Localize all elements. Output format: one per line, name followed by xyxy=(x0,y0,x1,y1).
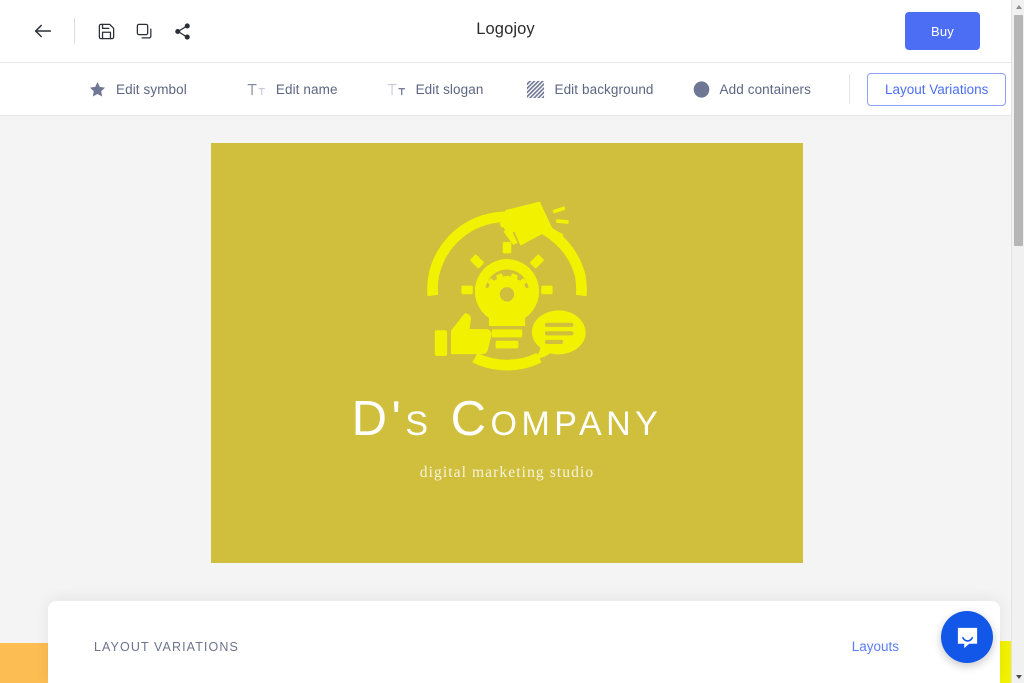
buy-button[interactable]: Buy xyxy=(905,12,980,50)
layout-variations-panel: LAYOUT VARIATIONS Layouts xyxy=(48,601,1000,683)
subnav-item-edit-background[interactable]: Edit background xyxy=(526,63,653,115)
intercom-chat-button[interactable] xyxy=(941,611,993,663)
scroll-down-button[interactable] xyxy=(1012,670,1024,683)
marketing-ideas-circle-icon xyxy=(427,201,587,371)
back-button[interactable] xyxy=(26,14,60,48)
subnav-divider xyxy=(849,74,851,104)
arrow-left-icon xyxy=(34,24,52,38)
logo-company-name: D's Company xyxy=(351,392,663,446)
save-floppy-icon xyxy=(98,23,114,39)
top-toolbar-actions xyxy=(0,0,199,62)
layout-thumbnail-orange[interactable] xyxy=(0,643,54,683)
duplicate-button[interactable] xyxy=(127,14,161,48)
chat-bubble-smile-icon xyxy=(957,627,977,648)
subnav-item-edit-slogan[interactable]: Edit slogan xyxy=(386,63,484,115)
scroll-down-arrow-icon xyxy=(1015,674,1022,679)
scroll-up-button[interactable] xyxy=(1012,0,1024,13)
subnav-label: Edit symbol xyxy=(116,81,187,97)
logojoy-editor-app: Logojoy Buy Edit symbol Edit name Edit s… xyxy=(0,0,1024,683)
logo-canvas: D's Company digital marketing studio xyxy=(0,117,1024,683)
subnav-label: Edit name xyxy=(275,81,338,97)
logo-preview-card[interactable]: D's Company digital marketing studio xyxy=(211,143,803,563)
text-size-small-icon xyxy=(386,80,407,99)
scrollbar-thumb[interactable] xyxy=(1014,15,1023,246)
subnav-item-edit-symbol[interactable]: Edit symbol xyxy=(88,63,187,115)
scroll-up-arrow-icon xyxy=(1015,4,1022,9)
share-nodes-icon xyxy=(174,22,190,40)
vertical-scrollbar[interactable] xyxy=(1011,0,1024,683)
editor-subnav: Edit symbol Edit name Edit slogan Edit b… xyxy=(0,63,1011,116)
share-button[interactable] xyxy=(165,14,199,48)
text-size-large-icon xyxy=(246,80,267,99)
layout-variations-button[interactable]: Layout Variations xyxy=(867,72,1007,106)
toolbar-divider xyxy=(74,18,75,44)
filled-circle-icon xyxy=(692,80,711,99)
subnav-item-add-containers[interactable]: Add containers xyxy=(692,63,811,115)
top-toolbar: Logojoy Buy xyxy=(0,0,1011,63)
diagonal-stripes-icon xyxy=(526,80,545,99)
star-icon xyxy=(88,80,107,99)
panel-title: LAYOUT VARIATIONS xyxy=(94,640,239,654)
layouts-link[interactable]: Layouts xyxy=(852,639,899,654)
subnav-item-edit-name[interactable]: Edit name xyxy=(246,63,338,115)
duplicate-copy-icon xyxy=(136,23,151,38)
save-button[interactable] xyxy=(89,14,123,48)
subnav-label: Edit slogan xyxy=(415,81,484,97)
logo-slogan: digital marketing studio xyxy=(419,464,595,481)
subnav-label: Edit background xyxy=(554,81,654,97)
subnav-label: Add containers xyxy=(719,81,812,97)
